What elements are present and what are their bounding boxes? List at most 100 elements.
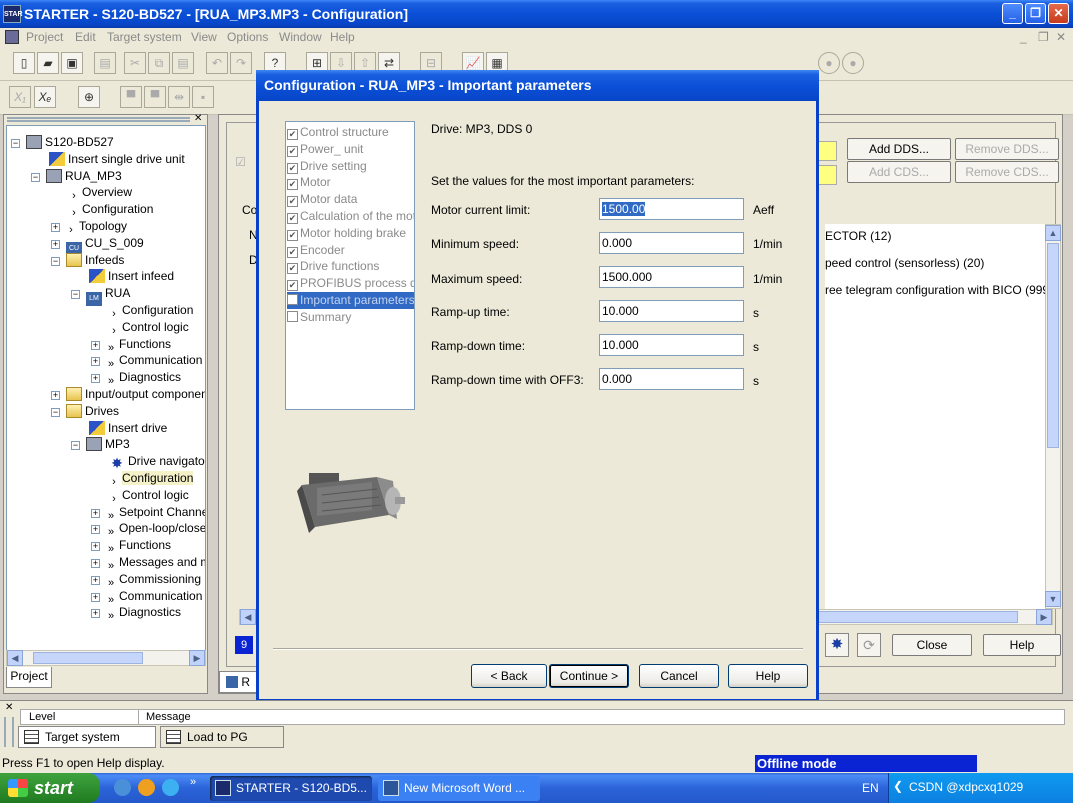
wizard-step[interactable]: Summary (287, 309, 414, 326)
wizard-step[interactable]: ✔ Motor holding brake (287, 225, 414, 242)
wizard-step[interactable]: Important parameters (287, 292, 414, 309)
add-dds-button[interactable]: Add DDS... (847, 138, 951, 160)
ramp-down-off3-field[interactable]: 0.000 (599, 368, 744, 390)
tree-item[interactable]: › Configuration (91, 302, 193, 320)
gear-icon[interactable]: ✸ (825, 633, 849, 657)
panel-close-icon[interactable]: ✕ (194, 113, 202, 124)
add-cds-button[interactable]: Add CDS... (847, 161, 951, 183)
tree-item[interactable]: +» Messages and m (91, 554, 205, 572)
undo-icon[interactable]: ↶ (206, 52, 228, 74)
tree-item[interactable]: › Configuration (91, 470, 194, 488)
collapse-icon[interactable]: − (71, 441, 80, 451)
quicklaunch-expand-icon[interactable]: » (190, 776, 196, 788)
tree-item[interactable]: − Infeeds (51, 252, 124, 268)
help-button[interactable]: Help (728, 664, 808, 688)
back-button[interactable]: < Back (471, 664, 547, 688)
tree-hscrollbar[interactable]: ◀ ▶ (6, 650, 206, 666)
menu-options[interactable]: Options (227, 30, 268, 44)
tree-item[interactable]: › Control logic (91, 319, 189, 337)
motor-current-limit-field[interactable]: 1500.00 (599, 198, 744, 220)
window-tab[interactable]: R (219, 671, 259, 693)
ramp-up-time-field[interactable]: 10.000 (599, 300, 744, 322)
tree-item[interactable]: − S120-BD527 (11, 134, 114, 150)
expand-icon[interactable]: + (51, 223, 60, 232)
expand-icon[interactable]: + (51, 391, 60, 400)
checkbox-icon[interactable]: ☑ (235, 155, 246, 169)
menu-window[interactable]: Window (279, 30, 322, 44)
scroll-down-icon[interactable]: ▼ (1045, 591, 1061, 607)
collapse-icon[interactable]: − (51, 256, 60, 266)
tree-item[interactable]: +» Open-loop/close (91, 520, 205, 538)
scroll-left-icon[interactable]: ◀ (240, 609, 256, 625)
refresh-icon[interactable]: ⟳ (857, 633, 881, 657)
expand-icon[interactable]: + (91, 340, 100, 350)
tree-item[interactable]: +» Diagnostics (91, 369, 181, 387)
tree-item[interactable]: + CU CU_S_009 (51, 235, 144, 256)
quicklaunch-icon[interactable] (138, 779, 155, 796)
tree-item[interactable]: Insert single drive unit (31, 151, 185, 167)
expand-icon[interactable]: + (91, 592, 100, 602)
menu-target-system[interactable]: Target system (107, 30, 182, 44)
mdi-restore-icon[interactable]: ❐ (1038, 30, 1049, 44)
minimize-button[interactable]: _ (1002, 3, 1023, 24)
language-indicator[interactable]: EN (862, 781, 879, 795)
tab-project[interactable]: Project (6, 667, 52, 688)
quicklaunch-icon[interactable] (114, 779, 131, 796)
compare-icon[interactable]: ⇹ (168, 86, 190, 108)
scroll-up-icon[interactable]: ▲ (1045, 225, 1061, 241)
wizard-step[interactable]: ✔ Encoder (287, 242, 414, 259)
menu-help[interactable]: Help (330, 30, 355, 44)
minimum-speed-field[interactable]: 0.000 (599, 232, 744, 254)
tree-item[interactable]: +» Functions (91, 537, 171, 555)
task-starter[interactable]: STARTER - S120-BD5... (210, 776, 372, 801)
wizard-step[interactable]: ✔ Drive functions (287, 258, 414, 275)
scroll-right-icon[interactable]: ▶ (1036, 609, 1052, 625)
cancel-button[interactable]: Cancel (639, 664, 719, 688)
copy-icon[interactable]: ⧉ (148, 52, 170, 74)
column-message[interactable]: Message (146, 711, 191, 723)
scroll-thumb[interactable] (1047, 243, 1059, 448)
close-button[interactable]: ✕ (1048, 3, 1069, 24)
list-vscrollbar[interactable]: ▲ ▼ (1045, 224, 1061, 609)
record-icon[interactable]: ● (818, 52, 840, 74)
document-system-icon[interactable] (5, 30, 19, 44)
mdi-minimize-icon[interactable]: _ (1020, 30, 1027, 44)
expand-icon[interactable]: + (91, 374, 100, 384)
expand-icon[interactable]: + (91, 575, 100, 585)
new-icon[interactable]: ▯ (13, 52, 35, 74)
scroll-right-icon[interactable]: ▶ (189, 650, 205, 666)
tree-item[interactable]: › Configuration (51, 201, 153, 219)
tab-target-system-output[interactable]: Target system output (18, 726, 156, 764)
mdi-close-icon[interactable]: ✕ (1056, 30, 1066, 44)
maximum-speed-field[interactable]: 1500.000 (599, 266, 744, 288)
control-panel2-icon[interactable]: ▀ (144, 86, 166, 108)
cut-icon[interactable]: ✂ (124, 52, 146, 74)
collapse-icon[interactable]: − (51, 407, 60, 417)
xe-icon[interactable]: Xₑ (34, 86, 56, 108)
output-grip[interactable] (4, 717, 14, 747)
tree-item[interactable]: +» Communication (91, 352, 202, 370)
tab-load-to-pg-output[interactable]: Load to PG output (160, 726, 284, 764)
start-button[interactable]: start (0, 773, 100, 803)
print-icon[interactable]: ▤ (94, 52, 116, 74)
stop-icon[interactable]: ● (842, 52, 864, 74)
expand-icon[interactable]: + (91, 542, 100, 552)
tree-item[interactable]: − RUA_MP3 (31, 168, 122, 184)
control-panel-icon[interactable]: ▀ (120, 86, 142, 108)
tree-item[interactable]: + › Topology (51, 218, 127, 236)
x1-icon[interactable]: X₁ (9, 86, 31, 108)
expand-icon[interactable]: + (91, 525, 100, 535)
collapse-icon[interactable]: − (71, 290, 80, 300)
expand-icon[interactable]: + (91, 357, 100, 367)
tray-expand-icon[interactable]: ❮ (893, 779, 903, 793)
tree-item[interactable]: + Input/output componen (51, 386, 205, 402)
task-word[interactable]: New Microsoft Word ... (378, 776, 540, 801)
list-item[interactable]: ree telegram configuration with BICO (99… (825, 283, 1053, 297)
wizard-step[interactable]: ✔ Calculation of the moto (287, 208, 414, 225)
internet-explorer-icon[interactable] (162, 779, 179, 796)
tree-item[interactable]: − LM RUA (71, 285, 130, 307)
tree-item[interactable]: +» Setpoint Channe (91, 504, 205, 522)
remove-dds-button[interactable]: Remove DDS... (955, 138, 1059, 160)
menu-project[interactable]: Project (26, 30, 63, 44)
continue-button[interactable]: Continue > (549, 664, 629, 688)
